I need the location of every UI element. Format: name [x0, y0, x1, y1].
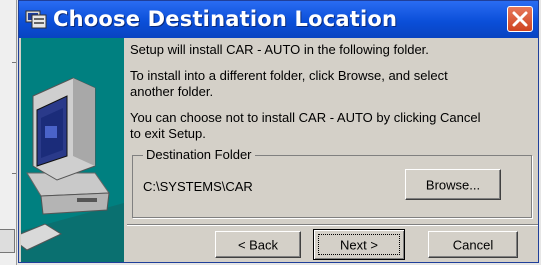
- background-button: [0, 229, 15, 253]
- next-button[interactable]: Next >: [313, 229, 405, 260]
- info-text: You can choose not to install CAR - AUTO…: [130, 110, 481, 125]
- background-tick: [12, 62, 16, 63]
- back-button[interactable]: < Back: [215, 231, 301, 258]
- info-text: another folder.: [130, 84, 214, 99]
- close-icon: [512, 11, 528, 27]
- dialog-title: Choose Destination Location: [53, 7, 398, 31]
- separator: [127, 224, 538, 226]
- cancel-label: Cancel: [452, 237, 494, 252]
- group-label: Destination Folder: [143, 147, 255, 162]
- background-tick: [12, 173, 16, 174]
- installer-icon: [24, 9, 48, 31]
- close-button[interactable]: [507, 6, 533, 32]
- info-text: Setup will install CAR - AUTO in the fol…: [130, 42, 429, 57]
- content-area: Setup will install CAR - AUTO in the fol…: [127, 38, 538, 262]
- next-label: Next >: [340, 237, 378, 252]
- destination-path: C:\SYSTEMS\CAR: [143, 179, 253, 194]
- computer-icon: [21, 77, 124, 262]
- background-window-edge: [0, 0, 17, 265]
- back-label: < Back: [237, 237, 279, 252]
- info-text: to exit Setup.: [130, 126, 206, 141]
- info-text: To install into a different folder, clic…: [130, 68, 448, 83]
- cancel-button[interactable]: Cancel: [428, 231, 518, 258]
- browse-label: Browse...: [425, 177, 481, 192]
- setup-dialog: Choose Destination Location Setup will i…: [18, 0, 539, 263]
- browse-button[interactable]: Browse...: [405, 169, 501, 200]
- destination-folder-group: Destination Folder C:\SYSTEMS\CAR Browse…: [132, 147, 532, 218]
- title-bar[interactable]: Choose Destination Location: [19, 1, 538, 38]
- side-banner: [21, 38, 124, 262]
